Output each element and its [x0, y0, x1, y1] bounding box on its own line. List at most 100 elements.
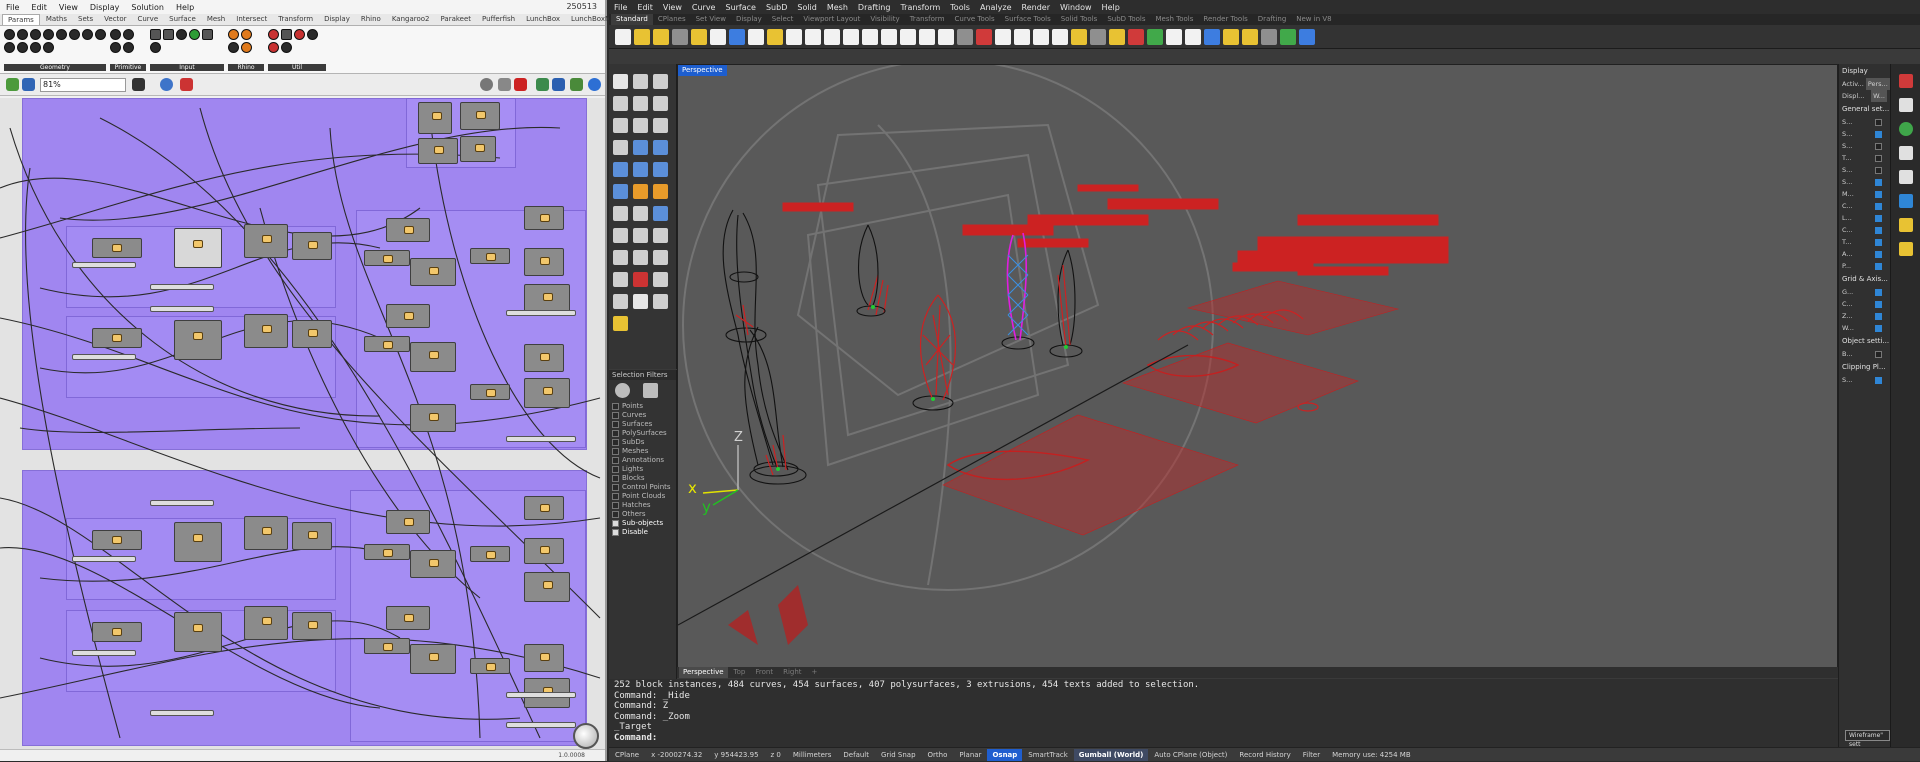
- checkbox[interactable]: [1875, 300, 1882, 308]
- number-slider[interactable]: [150, 284, 214, 290]
- display-row[interactable]: L...: [1839, 212, 1890, 224]
- checkbox[interactable]: [612, 529, 619, 536]
- gh-component[interactable]: [174, 612, 222, 652]
- named-views-panel-icon[interactable]: [1899, 218, 1913, 232]
- display-row[interactable]: S...: [1839, 140, 1890, 152]
- display-row[interactable]: S...: [1839, 164, 1890, 176]
- rh-tab-new-in-v8[interactable]: New in V8: [1291, 14, 1336, 25]
- gh-component[interactable]: [524, 538, 564, 564]
- check-icon[interactable]: [633, 294, 648, 309]
- gh-component[interactable]: [386, 510, 430, 534]
- gh-tab-mesh[interactable]: Mesh: [202, 14, 230, 25]
- display-row[interactable]: S...: [1839, 176, 1890, 188]
- viewport-tab-front[interactable]: Front: [751, 667, 777, 678]
- preview-mode-icon[interactable]: [480, 78, 493, 91]
- line-param-icon[interactable]: [69, 29, 80, 40]
- sphere-icon[interactable]: [633, 162, 648, 177]
- filter-target-icon[interactable]: [615, 383, 630, 398]
- object-settings-heading[interactable]: Object setti...: [1839, 334, 1890, 348]
- display-panel-icon[interactable]: [1899, 146, 1913, 160]
- filter-others[interactable]: Others: [609, 510, 676, 519]
- gh-component[interactable]: [364, 544, 410, 560]
- gh-tab-lunchbox[interactable]: LunchBox: [521, 14, 565, 25]
- gh-component[interactable]: [524, 248, 564, 276]
- sketch-pen-icon[interactable]: [180, 78, 193, 91]
- vector-param-icon[interactable]: [43, 42, 54, 53]
- display-mode-dropdown[interactable]: W...: [1871, 90, 1887, 102]
- number-param-icon[interactable]: [110, 42, 121, 53]
- help-icon[interactable]: [1299, 28, 1315, 45]
- checkbox[interactable]: [1875, 166, 1882, 174]
- gh-component[interactable]: [174, 522, 222, 562]
- circle-icon[interactable]: [633, 96, 648, 111]
- general-settings-heading[interactable]: General set...: [1839, 102, 1890, 116]
- active-viewport-value[interactable]: Pers...: [1865, 78, 1890, 90]
- rh-menu-subd[interactable]: SubD: [766, 3, 787, 12]
- display-row[interactable]: C...: [1839, 224, 1890, 236]
- checkbox[interactable]: [612, 475, 619, 482]
- rh-menu-mesh[interactable]: Mesh: [827, 3, 848, 12]
- options-icon[interactable]: [1261, 28, 1277, 45]
- checkbox[interactable]: [612, 493, 619, 500]
- gh-component[interactable]: [524, 644, 564, 672]
- zoom-icon[interactable]: [843, 28, 859, 45]
- number-slider[interactable]: [506, 692, 576, 698]
- curve-icon[interactable]: [613, 96, 628, 111]
- filter-subds[interactable]: SubDs: [609, 438, 676, 447]
- hide-objects-icon[interactable]: [995, 28, 1011, 45]
- pan-hand-icon[interactable]: [805, 28, 821, 45]
- point-icon[interactable]: [633, 74, 648, 89]
- undo-view-icon[interactable]: [919, 28, 935, 45]
- rh-tab-viewport-layout[interactable]: Viewport Layout: [798, 14, 865, 25]
- checkbox[interactable]: [1875, 238, 1882, 246]
- gh-component[interactable]: [92, 238, 142, 258]
- cylinder-icon[interactable]: [653, 162, 668, 177]
- gh-component[interactable]: [92, 622, 142, 642]
- gh-component[interactable]: [386, 304, 430, 328]
- number-slider[interactable]: [150, 710, 214, 716]
- dimension-icon[interactable]: [633, 250, 648, 265]
- shaded-preview-icon[interactable]: [514, 78, 527, 91]
- properties-panel-icon[interactable]: [1899, 74, 1913, 88]
- layer-icon[interactable]: [241, 42, 252, 53]
- checkbox[interactable]: [1875, 324, 1882, 332]
- rh-tab-drafting[interactable]: Drafting: [1253, 14, 1291, 25]
- viewport-tab-right[interactable]: Right: [779, 667, 805, 678]
- command-prompt[interactable]: Command:: [614, 733, 1833, 744]
- gh-component[interactable]: [174, 320, 222, 360]
- boolean-icon[interactable]: [633, 184, 648, 199]
- data-dam-icon[interactable]: [268, 29, 279, 40]
- number-slider[interactable]: [506, 436, 576, 442]
- layer-state-icon[interactable]: [1090, 28, 1106, 45]
- gh-component[interactable]: [524, 206, 564, 230]
- environment-icon[interactable]: [1223, 28, 1239, 45]
- gh-component[interactable]: [386, 218, 430, 242]
- rotate-icon[interactable]: [653, 272, 668, 287]
- grid-axes-heading[interactable]: Grid & Axis...: [1839, 272, 1890, 286]
- gh-tab-pufferfish[interactable]: Pufferfish: [477, 14, 520, 25]
- display-row[interactable]: P...: [1839, 260, 1890, 272]
- ellipse-icon[interactable]: [613, 118, 628, 133]
- gh-component[interactable]: [292, 320, 332, 348]
- fillet-curve-icon[interactable]: [613, 140, 628, 155]
- filter-lights[interactable]: Lights: [609, 465, 676, 474]
- checkbox[interactable]: [612, 520, 619, 527]
- zoom-window-icon[interactable]: [862, 28, 878, 45]
- command-history[interactable]: 252 block instances, 484 curves, 454 sur…: [609, 679, 1838, 747]
- filter-funnel-icon[interactable]: [643, 383, 658, 398]
- gumball-icon[interactable]: [613, 316, 628, 331]
- surface-param-icon[interactable]: [30, 42, 41, 53]
- text-param-icon[interactable]: [123, 42, 134, 53]
- rh-tab-display[interactable]: Display: [731, 14, 767, 25]
- undo-icon[interactable]: [786, 28, 802, 45]
- number-slider[interactable]: [506, 310, 576, 316]
- gh-component[interactable]: [524, 378, 570, 408]
- bake-icon[interactable]: [241, 29, 252, 40]
- rh-tab-transform[interactable]: Transform: [905, 14, 950, 25]
- layers-panel-icon[interactable]: [1899, 98, 1913, 112]
- gh-menu-solution[interactable]: Solution: [131, 3, 164, 12]
- gh-tab-rhino[interactable]: Rhino: [356, 14, 386, 25]
- fitness-icon[interactable]: [268, 42, 279, 53]
- zoom-combo[interactable]: 81%: [40, 78, 126, 92]
- light-bulb-icon[interactable]: [1071, 28, 1087, 45]
